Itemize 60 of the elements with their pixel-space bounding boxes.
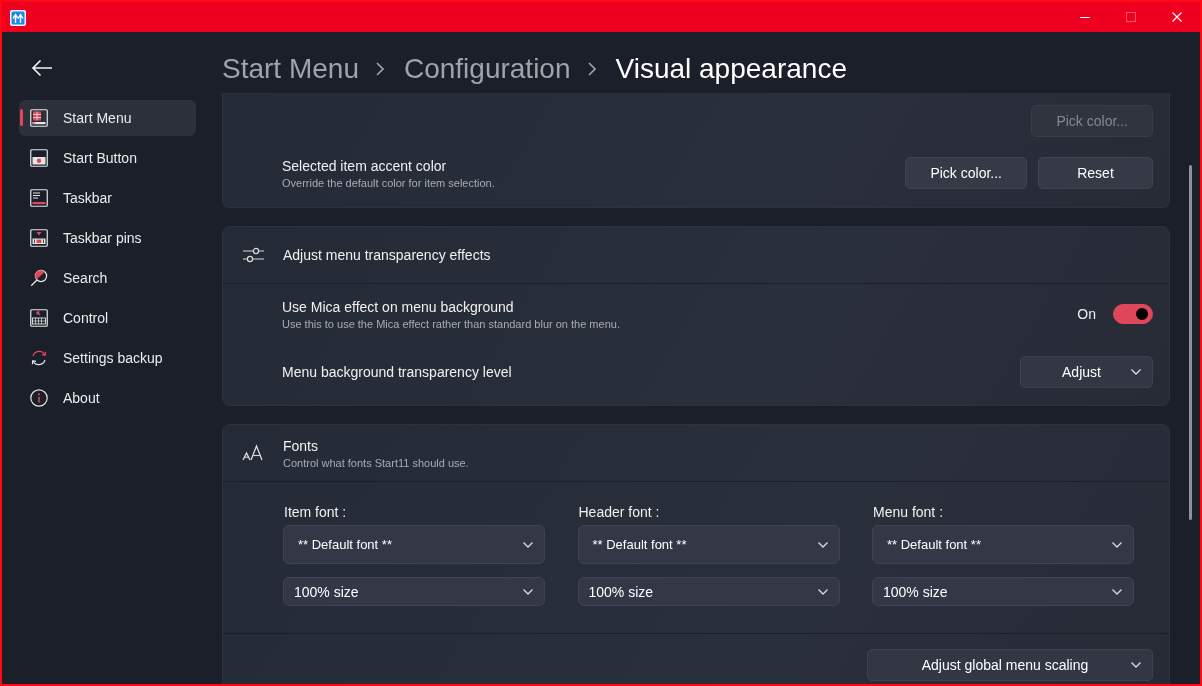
sliders-icon	[242, 245, 264, 265]
size-dropdown[interactable]: 100% size	[577, 577, 840, 606]
sync-arrows-icon	[30, 349, 48, 367]
toggle-state-label: On	[1077, 306, 1096, 322]
nav-item[interactable]: Taskbar pins	[19, 220, 196, 256]
setting-title: Use Mica effect on menu background	[282, 298, 515, 315]
breadcrumb-link[interactable]: Start Menu	[222, 52, 359, 85]
app-icon	[10, 10, 26, 26]
nav-item[interactable]: Control	[19, 300, 196, 336]
nav-item[interactable]: Taskbar	[19, 180, 196, 216]
pinned-taskbar-icon	[30, 229, 48, 247]
nav-item[interactable]: Start Menu	[19, 100, 196, 136]
page-title: Visual appearance	[615, 52, 847, 85]
setting-title: Selected item accent color	[282, 157, 448, 174]
chevron-right-icon	[587, 61, 596, 76]
search-icon	[30, 269, 48, 287]
taskbar-icon	[30, 189, 48, 207]
chevron-down-icon	[1111, 587, 1123, 596]
chevron-down-icon	[816, 587, 829, 596]
back-arrow-icon	[31, 59, 53, 77]
chevron-down-icon	[522, 540, 534, 549]
maximize-icon	[1126, 12, 1136, 22]
size-dropdown[interactable]: 100% size	[283, 577, 545, 606]
nav-item[interactable]: Start Button	[19, 140, 196, 176]
chevron-down-icon	[522, 587, 534, 596]
font-size-icon	[242, 443, 264, 463]
setting-description: Override the default color for item selection.	[282, 176, 495, 189]
breadcrumb-link[interactable]: Configuration	[403, 52, 571, 85]
info-icon	[30, 389, 48, 407]
size-dropdown[interactable]: 100% size	[872, 577, 1134, 606]
section-title: Fonts	[283, 437, 319, 454]
button[interactable]: Reset	[1038, 157, 1153, 189]
nav-item[interactable]: Search	[19, 260, 196, 296]
chevron-down-icon	[1130, 661, 1142, 669]
dropdown[interactable]: Adjust global menu scaling	[867, 649, 1153, 681]
close-icon	[1172, 12, 1182, 22]
field-label: Header font :	[578, 504, 661, 520]
chevron-down-icon	[1130, 368, 1142, 376]
scrollbar-thumb[interactable]	[1189, 165, 1192, 520]
nav-item[interactable]: Settings backup	[19, 340, 196, 376]
field-label: Menu font :	[873, 504, 945, 520]
chevron-down-icon	[1111, 540, 1123, 549]
nav-item[interactable]: About	[19, 380, 196, 416]
toggle-switch[interactable]	[1113, 304, 1153, 324]
window-grid-icon	[30, 109, 48, 127]
font-dropdown[interactable]: ** Default font **	[577, 525, 840, 564]
font-dropdown[interactable]: ** Default font **	[872, 525, 1134, 564]
field-label: Item font :	[284, 504, 348, 520]
chevron-down-icon	[816, 540, 829, 549]
keyboard-cursor-icon	[30, 309, 48, 327]
section-title: Adjust menu transparency effects	[283, 247, 491, 263]
button[interactable]: Pick color...	[905, 157, 1027, 189]
dropdown[interactable]: Adjust	[1020, 356, 1153, 388]
section-description: Control what fonts Start11 should use.	[283, 456, 469, 469]
setting-title: Menu background transparency level	[282, 364, 512, 380]
minimize-icon	[1080, 16, 1090, 18]
chevron-right-icon	[375, 61, 384, 76]
font-dropdown[interactable]: ** Default font **	[283, 525, 545, 564]
selection-indicator	[20, 109, 23, 126]
setting-description: Use this to use the Mica effect rather than standard blur on the menu.	[282, 317, 620, 330]
